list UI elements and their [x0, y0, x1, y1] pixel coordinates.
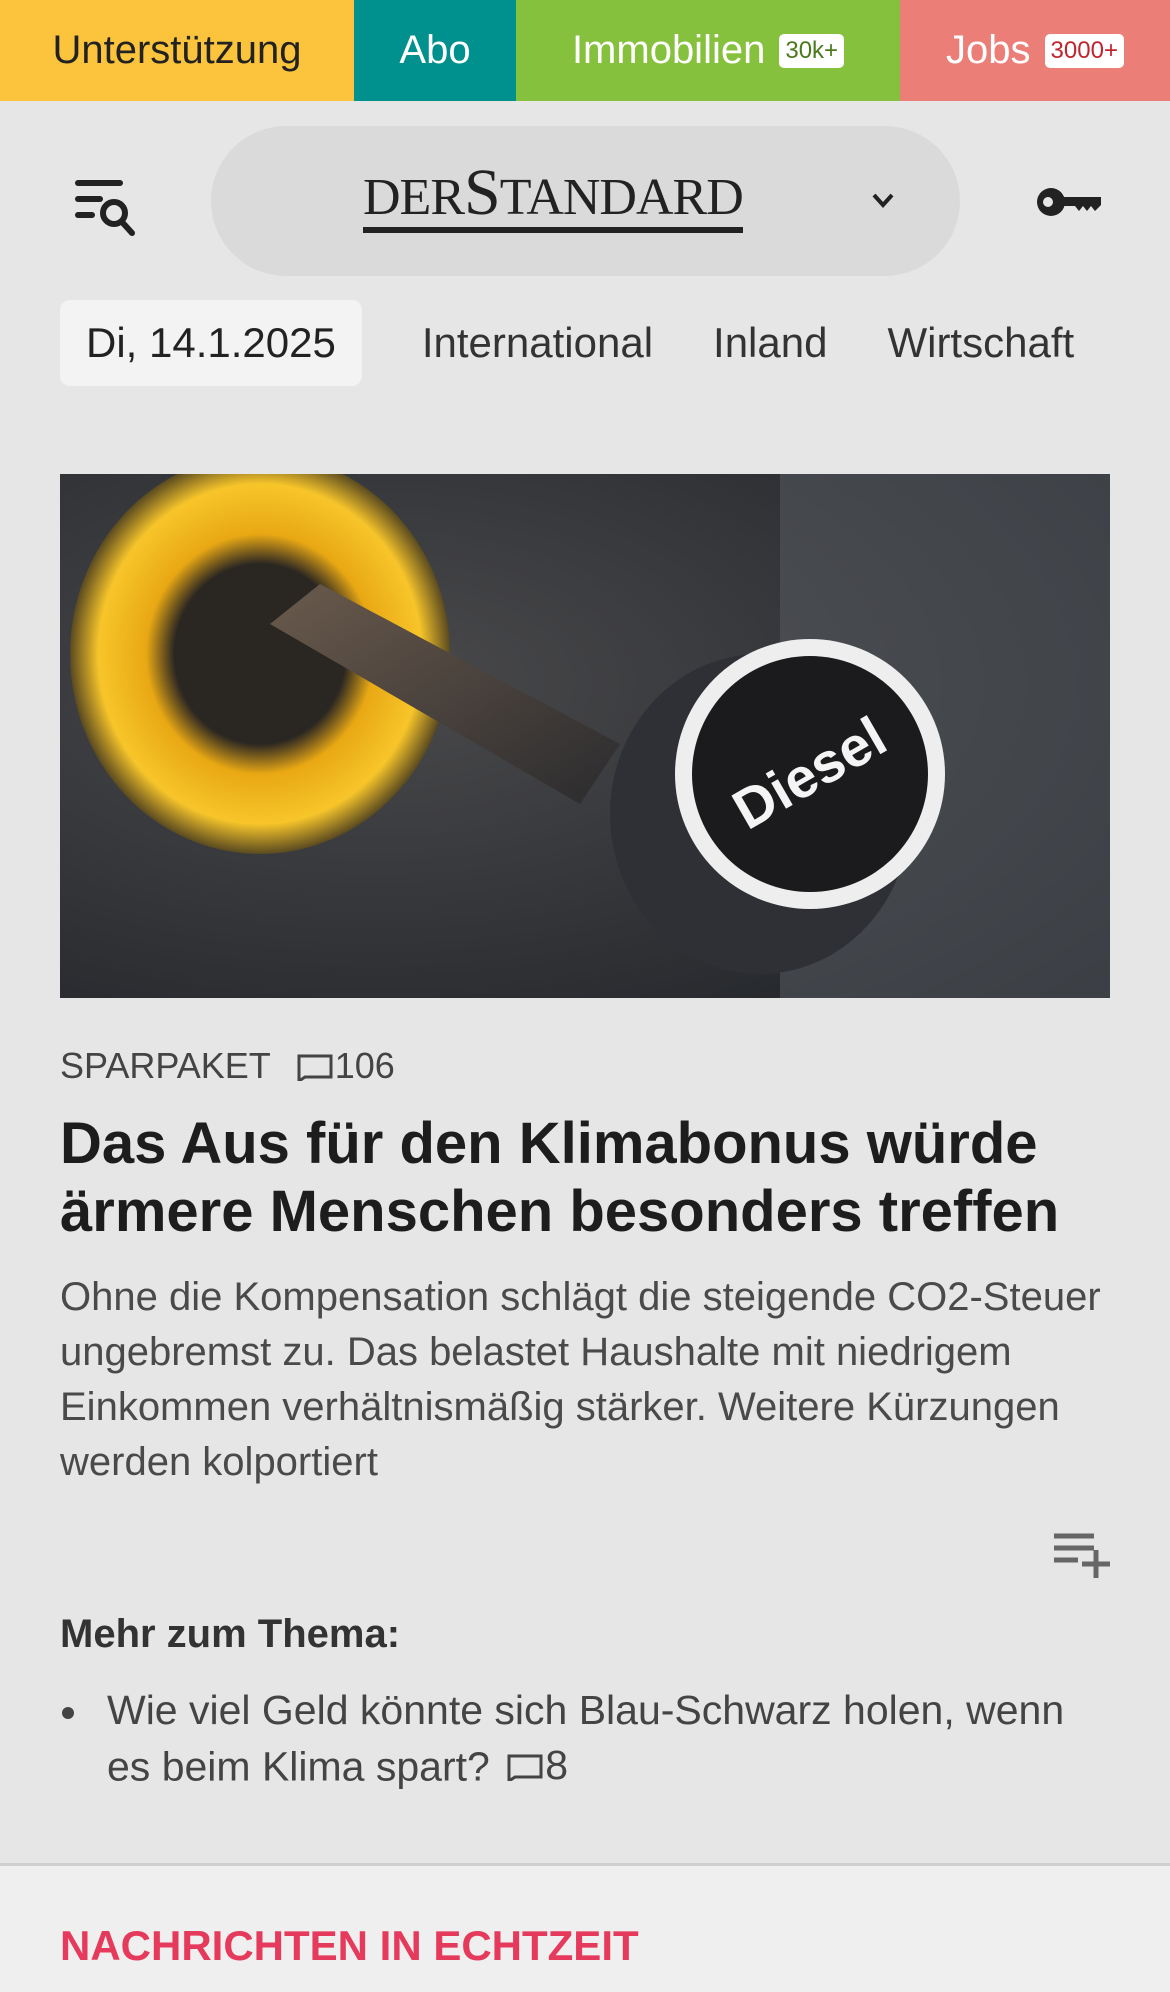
- logo-part: DER: [363, 169, 465, 226]
- jobs-link[interactable]: Jobs 3000+: [900, 0, 1170, 101]
- kicker-label: SPARPAKET: [60, 1045, 271, 1086]
- nav-item-international[interactable]: International: [422, 319, 653, 367]
- related-list: Wie viel Geld könnte sich Blau-Schwarz h…: [60, 1683, 1100, 1795]
- support-label: Unterstützung: [52, 28, 302, 72]
- abo-link[interactable]: Abo: [354, 0, 516, 101]
- comment-count[interactable]: 8: [505, 1738, 568, 1793]
- logo-part: TANDARD: [499, 169, 744, 226]
- nav-item-inland[interactable]: Inland: [713, 319, 827, 367]
- date-chip[interactable]: Di, 14.1.2025: [60, 300, 362, 386]
- comment-count[interactable]: 106: [295, 1045, 395, 1087]
- related-item-title: Wie viel Geld könnte sich Blau-Schwarz h…: [107, 1687, 1065, 1790]
- comment-count-value: 8: [545, 1742, 569, 1788]
- derstandard-logo[interactable]: DERSTANDARD: [363, 160, 744, 233]
- jobs-label: Jobs: [946, 28, 1031, 72]
- nav-item-wirtschaft[interactable]: Wirtschaft: [887, 319, 1074, 367]
- immobilien-badge: 30k+: [779, 33, 845, 68]
- menu-search-icon[interactable]: [70, 175, 140, 240]
- live-news-heading[interactable]: NACHRICHTEN IN ECHTZEIT: [60, 1922, 639, 1970]
- chevron-down-icon[interactable]: [868, 185, 898, 215]
- abo-label: Abo: [399, 28, 471, 72]
- jobs-badge: 3000+: [1044, 33, 1124, 68]
- section-nav: Di, 14.1.2025 International Inland Wirts…: [60, 300, 1134, 386]
- support-link[interactable]: Unterstützung: [0, 0, 354, 101]
- top-service-bar: Unterstützung Abo Immobilien 30k+ Jobs 300…: [0, 0, 1170, 101]
- article-title[interactable]: Das Aus für den Klimabonus würde ärmere …: [60, 1110, 1140, 1246]
- comment-icon: [507, 1754, 543, 1781]
- logo-part: S: [464, 156, 501, 229]
- immobilien-link[interactable]: Immobilien 30k+: [516, 0, 900, 101]
- add-to-list-icon[interactable]: [1052, 1530, 1110, 1580]
- article-image[interactable]: Diesel: [60, 474, 1110, 998]
- more-on-topic-heading: Mehr zum Thema:: [60, 1612, 401, 1656]
- article-lead[interactable]: Ohne die Kompensation schlägt die steige…: [60, 1270, 1120, 1490]
- article-kicker[interactable]: SPARPAKET 106: [60, 1045, 395, 1087]
- immobilien-label: Immobilien: [571, 28, 766, 72]
- comment-count-value: 106: [334, 1045, 395, 1086]
- key-icon[interactable]: [1035, 180, 1105, 225]
- comment-icon: [297, 1054, 333, 1081]
- related-item[interactable]: Wie viel Geld könnte sich Blau-Schwarz h…: [60, 1683, 1100, 1795]
